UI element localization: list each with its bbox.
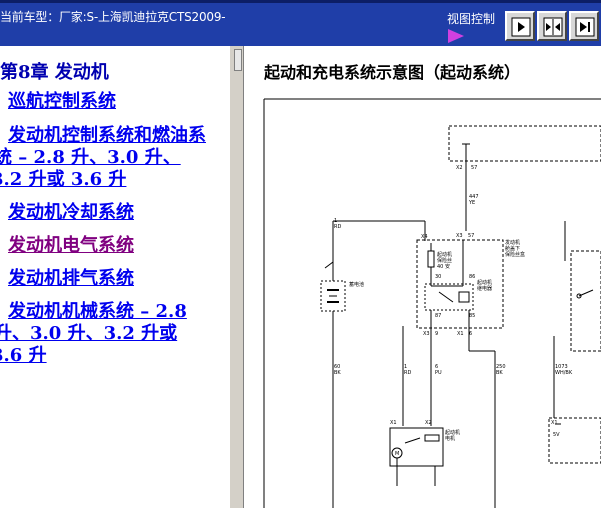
splitter-grip[interactable] <box>234 49 242 71</box>
diagram-panel: 起动和充电系统示意图（起动系统） X2 57 447 YE X4 X3 57 1… <box>245 46 601 508</box>
wire-color-pu: PU <box>435 370 442 376</box>
chapter-title: 第8章 发动机 <box>0 62 109 83</box>
full-view-button[interactable] <box>569 11 599 41</box>
wire-color-rd: RD <box>334 224 341 230</box>
relay-pin-86: 86 <box>469 274 475 280</box>
pin-label-5v: 5V <box>553 432 560 438</box>
split-view-icon <box>543 17 563 37</box>
toc-link-engine-exhaust[interactable]: 发动机排气系统 <box>8 268 134 290</box>
wire-color-rd2: RD <box>404 370 411 376</box>
pin-label-6: 6 <box>469 331 472 337</box>
motor-symbol-m: M <box>395 451 399 457</box>
toc-link-engine-mechanical-line3[interactable]: 3.6 升 <box>0 345 47 367</box>
toc-link-engine-mechanical-line1[interactable]: 发动机机械系统 – 2.8 <box>8 301 187 323</box>
current-car-label: 当前车型：厂家:S-上海凯迪拉克CTS2009- <box>0 10 226 24</box>
view-control-arrow-icon[interactable] <box>448 29 464 43</box>
toc-link-engine-control-line2[interactable]: 统 – 2.8 升、3.0 升、 <box>0 147 181 169</box>
fusebox-label-2: 舱盖下 <box>505 245 520 252</box>
toc-link-engine-control-line1[interactable]: 发动机控制系统和燃油系 <box>8 125 206 147</box>
top-toolbar: 当前车型：厂家:S-上海凯迪拉克CTS2009- 视图控制 <box>0 0 601 46</box>
wiring-schematic: X2 57 447 YE X4 X3 57 1 RD 蓄电池 发动机 舱盖下 保… <box>263 98 601 508</box>
panel-splitter[interactable] <box>229 46 244 508</box>
wire-color-ye: YE <box>468 200 475 206</box>
fuse-label-1: 起动机 <box>437 251 452 258</box>
fuse-label-3: 40 安 <box>437 263 450 270</box>
split-view-button[interactable] <box>537 11 567 41</box>
relay-pin-85: 85 <box>469 313 475 319</box>
toc-link-engine-cooling[interactable]: 发动机冷却系统 <box>8 202 134 224</box>
wire-color-whbk: WH/BK <box>555 370 573 376</box>
connector-label-x1: X1 <box>457 331 464 337</box>
relay-pin-30: 30 <box>435 274 441 280</box>
relay-label-2: 继电器 <box>477 285 492 292</box>
relay-label-1: 起动机 <box>477 279 492 286</box>
title-strip <box>0 0 601 3</box>
next-page-icon <box>511 17 531 37</box>
pin-label-57: 57 <box>471 165 477 171</box>
motor-connector-x1: X1 <box>390 420 397 426</box>
connector-label-x2: X2 <box>456 165 463 171</box>
toc-link-engine-electrical[interactable]: 发动机电气系统 <box>8 235 134 257</box>
toc-link-cruise-control[interactable]: 巡航控制系统 <box>8 91 116 113</box>
connector-label-x1-right: X1 <box>551 420 558 426</box>
connector-label-x3: X3 <box>456 233 463 239</box>
fuse-label-2: 保险丝 <box>437 257 452 264</box>
motor-label-1: 起动机 <box>445 429 460 436</box>
next-page-button[interactable] <box>505 11 535 41</box>
pin-label-9: 9 <box>435 331 438 337</box>
view-control-label: 视图控制 <box>447 12 496 26</box>
pin-label-57b: 57 <box>468 233 474 239</box>
toc-link-engine-control-line3[interactable]: 3.2 升或 3.6 升 <box>0 169 126 191</box>
wire-color-bk2: BK <box>496 370 503 376</box>
connector-label-x4: X4 <box>421 234 428 240</box>
battery-label: 蓄电池 <box>349 281 364 288</box>
motor-connector-x2: X2 <box>425 420 432 426</box>
connector-label-x3b: X3 <box>423 331 430 337</box>
wire-color-bk: BK <box>334 370 341 376</box>
full-view-icon <box>575 17 595 37</box>
fusebox-label-3: 保险丝盒 <box>505 251 525 258</box>
toc-link-engine-mechanical-line2[interactable]: 升、3.0 升、3.2 升或 <box>0 323 177 345</box>
motor-label-2: 电机 <box>445 435 455 442</box>
relay-pin-87: 87 <box>435 313 441 319</box>
fusebox-label-1: 发动机 <box>505 239 520 246</box>
toc-panel: 第8章 发动机 巡航控制系统 发动机控制系统和燃油系 统 – 2.8 升、3.0… <box>0 46 229 508</box>
